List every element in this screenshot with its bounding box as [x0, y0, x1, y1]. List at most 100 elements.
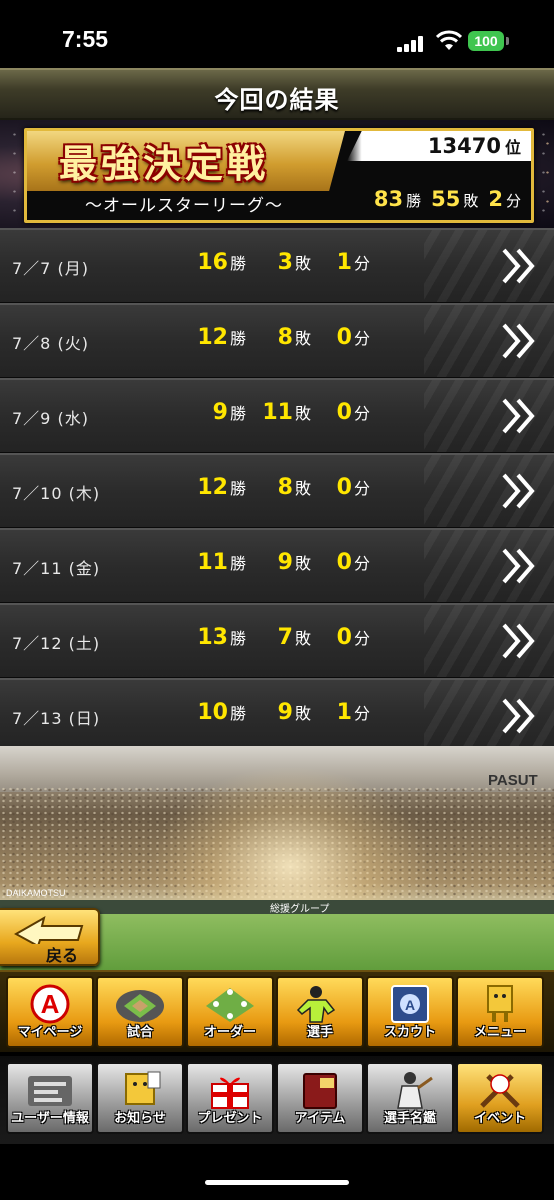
menu-scout[interactable]: A スカウト: [366, 976, 454, 1048]
home-indicator[interactable]: [205, 1180, 349, 1185]
result-draws: 0分: [337, 625, 370, 650]
menu-label: イベント: [473, 1111, 526, 1126]
result-date: 7／11 (金): [12, 559, 101, 578]
win-unit: 勝: [229, 254, 246, 273]
menu-players[interactable]: 選手: [276, 976, 364, 1048]
losses-value: 9: [277, 550, 293, 575]
double-chevron-right-icon[interactable]: [500, 321, 540, 361]
menu-label: 選手: [306, 1025, 333, 1040]
result-date: 7／13 (日): [12, 709, 101, 728]
double-chevron-right-icon[interactable]: [500, 621, 540, 661]
win-unit: 勝: [229, 704, 246, 723]
daily-results-list: 7／7 (月) 16 勝 3敗 1分 7／8 (火) 12 勝 8敗 0分 7／9 …: [0, 228, 554, 753]
menu-match[interactable]: 試合: [96, 976, 184, 1048]
double-chevron-right-icon[interactable]: [500, 396, 540, 436]
menu-label: 試合: [126, 1025, 153, 1040]
rank-value: 13470: [427, 134, 501, 158]
menu-mascot-icon: [487, 985, 513, 1022]
total-wins: 83: [373, 187, 404, 211]
loss-unit: 敗: [294, 704, 311, 723]
result-losses: 8敗: [278, 475, 311, 500]
back-button[interactable]: 戻る: [0, 908, 100, 966]
loss-unit: 敗: [294, 254, 311, 273]
draw-unit: 分: [353, 629, 370, 648]
loss-unit: 敗: [294, 629, 311, 648]
result-date: 7／8 (火): [12, 334, 89, 353]
menu-label: ユーザー情報: [11, 1111, 89, 1126]
stadium-sign-right: PASUT: [488, 772, 538, 789]
result-date: 7／12 (土): [12, 634, 101, 653]
win-unit: 勝: [229, 329, 246, 348]
double-chevron-right-icon[interactable]: [500, 246, 540, 286]
menu-label: オーダー: [203, 1025, 256, 1040]
svg-text:A: A: [405, 997, 415, 1013]
player-icon: [296, 986, 336, 1023]
loss-unit: 敗: [294, 329, 311, 348]
result-date: 7／7 (月): [12, 259, 89, 278]
result-wins: 12 勝: [197, 475, 246, 500]
result-draws: 1分: [337, 250, 370, 275]
back-arrow-icon: [14, 916, 84, 944]
sub-menu-bar: ユーザー情報 お知らせ プレゼント アイテム 選手名鑑 イベント: [0, 1056, 554, 1144]
loss-unit: 敗: [294, 404, 311, 423]
mypage-icon: A: [30, 984, 70, 1024]
menu-news[interactable]: お知らせ: [96, 1062, 184, 1134]
cellular-signal-icon: [397, 36, 427, 52]
result-row-0[interactable]: 7／7 (月) 16 勝 3敗 1分: [0, 228, 554, 303]
back-button-label: 戻る: [46, 946, 79, 965]
result-row-6[interactable]: 7／13 (日) 10 勝 9敗 1分: [0, 678, 554, 753]
total-losses: 55: [431, 187, 461, 211]
news-icon: [125, 1071, 161, 1105]
losses-value: 3: [277, 250, 293, 275]
double-chevron-right-icon[interactable]: [500, 546, 540, 586]
result-row-5[interactable]: 7／12 (土) 13 勝 7敗 0分: [0, 603, 554, 678]
draws-value: 0: [336, 625, 352, 650]
battery-icon: 100: [468, 31, 504, 51]
result-wins: 10 勝: [197, 700, 246, 725]
rank-unit: 位: [504, 138, 521, 157]
menu-items[interactable]: アイテム: [276, 1062, 364, 1134]
wins-value: 12: [197, 475, 228, 500]
menu-label: メニュー: [473, 1025, 526, 1040]
menu-mypage[interactable]: A マイページ: [6, 976, 94, 1048]
draw-unit: 分: [353, 704, 370, 723]
battery-nub: [506, 37, 509, 45]
double-chevron-right-icon[interactable]: [500, 696, 540, 736]
rank-plate: 13470 位: [347, 131, 531, 161]
result-row-2[interactable]: 7／9 (水) 9勝 11 敗 0分: [0, 378, 554, 453]
result-date: 7／10 (木): [12, 484, 101, 503]
home-indicator-area: [0, 1144, 554, 1200]
total-record: 83 勝 55 敗 2 分: [374, 187, 521, 211]
result-row-3[interactable]: 7／10 (木) 12 勝 8敗 0分: [0, 453, 554, 528]
menu-order[interactable]: オーダー: [186, 976, 274, 1048]
result-row-1[interactable]: 7／8 (火) 12 勝 8敗 0分: [0, 303, 554, 378]
result-wins: 9勝: [213, 400, 246, 425]
win-unit: 勝: [229, 554, 246, 573]
menu-present[interactable]: プレゼント: [186, 1062, 274, 1134]
losses-value: 8: [277, 325, 293, 350]
win-unit: 勝: [229, 629, 246, 648]
win-unit: 勝: [229, 404, 246, 423]
status-bar: 7:55 100: [0, 0, 554, 70]
main-menu-bar: A マイページ 試合 オーダー 選手 A スカウト メニュー: [0, 970, 554, 1052]
menu-event[interactable]: イベント: [456, 1062, 544, 1134]
result-losses: 9敗: [278, 700, 311, 725]
draw-unit: 分: [353, 254, 370, 273]
menu-label: スカウト: [383, 1025, 436, 1040]
menu-menu[interactable]: メニュー: [456, 976, 544, 1048]
wins-value: 16: [197, 250, 228, 275]
losses-value: 11: [262, 400, 293, 425]
result-row-4[interactable]: 7／11 (金) 11 勝 9敗 0分: [0, 528, 554, 603]
result-losses: 11 敗: [262, 400, 311, 425]
menu-player-catalog[interactable]: 選手名鑑: [366, 1062, 454, 1134]
stadium-icon: [116, 990, 164, 1022]
draw-unit: 分: [353, 554, 370, 573]
menu-label: マイページ: [17, 1025, 83, 1040]
menu-user-info[interactable]: ユーザー情報: [6, 1062, 94, 1134]
draw-unit: 分: [353, 479, 370, 498]
draws-value: 1: [336, 700, 352, 725]
double-chevron-right-icon[interactable]: [500, 471, 540, 511]
win-unit: 勝: [406, 192, 422, 210]
wins-value: 13: [197, 625, 228, 650]
result-wins: 16 勝: [197, 250, 246, 275]
